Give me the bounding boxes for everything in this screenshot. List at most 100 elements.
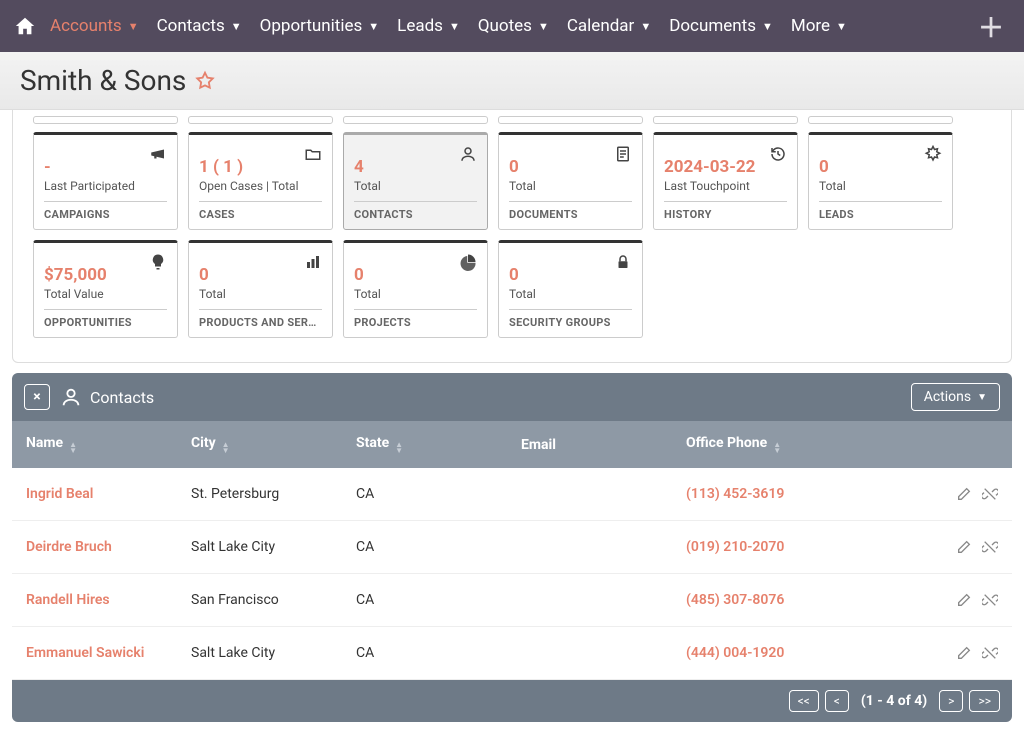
summary-card-campaigns[interactable]: -Last ParticipatedCAMPAIGNS	[33, 132, 178, 230]
summary-card-contacts[interactable]: 4TotalCONTACTS	[343, 132, 488, 230]
card-footer: CONTACTS	[354, 208, 477, 221]
nav-label: Accounts	[50, 16, 122, 36]
edit-icon[interactable]	[956, 645, 972, 661]
card-subtitle: Total	[819, 179, 942, 193]
nav-item-opportunities[interactable]: Opportunities▼	[260, 0, 394, 52]
nav-item-calendar[interactable]: Calendar▼	[567, 0, 665, 52]
person-icon	[459, 145, 477, 163]
history-icon	[769, 145, 787, 163]
col-phone[interactable]: Office Phone▲▼	[686, 435, 911, 454]
card-subtitle: Open Cases | Total	[199, 179, 322, 193]
col-email[interactable]: Email	[521, 437, 686, 453]
chevron-down-icon: ▼	[231, 20, 242, 33]
summary-card-security-groups[interactable]: 0TotalSECURITY GROUPS	[498, 240, 643, 338]
nav-item-more[interactable]: More ▼	[791, 0, 861, 52]
contact-name-link[interactable]: Randell Hires	[26, 592, 110, 608]
summary-card-history[interactable]: 2024-03-22Last TouchpointHISTORY	[653, 132, 798, 230]
summary-cards-row-stub	[33, 116, 991, 124]
col-city[interactable]: City▲▼	[191, 435, 356, 454]
edit-icon[interactable]	[956, 539, 972, 555]
page-last-button[interactable]: >>	[969, 690, 1000, 712]
panel-close-button[interactable]: ×	[24, 384, 50, 410]
nav-item-accounts[interactable]: Accounts ▼	[50, 0, 153, 52]
top-nav: Accounts▼Contacts▼Opportunities▼Leads▼Qu…	[0, 0, 1024, 52]
nav-item-quotes[interactable]: Quotes▼	[478, 0, 563, 52]
card-footer: DOCUMENTS	[509, 208, 632, 221]
nav-item-leads[interactable]: Leads▼	[397, 0, 474, 52]
unlink-icon[interactable]	[982, 592, 998, 608]
table-row: Randell HiresSan FranciscoCA(485) 307-80…	[12, 574, 1012, 627]
col-state[interactable]: State▲▼	[356, 435, 521, 454]
unlink-icon[interactable]	[982, 486, 998, 502]
contact-name-link[interactable]: Ingrid Beal	[26, 486, 93, 502]
nav-item-documents[interactable]: Documents ▼	[669, 0, 787, 52]
bulb-icon	[149, 253, 167, 271]
title-bar: Smith & Sons	[0, 52, 1024, 110]
contact-name-link[interactable]: Deirdre Bruch	[26, 539, 112, 555]
chevron-down-icon: ▼	[977, 392, 987, 403]
contact-phone-link[interactable]: (019) 210-2070	[686, 539, 784, 555]
chevron-down-icon: ▼	[449, 20, 460, 33]
summary-card-leads[interactable]: 0TotalLEADS	[808, 132, 953, 230]
summary-card-cases[interactable]: 1 ( 1 )Open Cases | TotalCASES	[188, 132, 333, 230]
card-footer: CASES	[199, 208, 322, 221]
plus-icon: ＋	[978, 14, 1004, 44]
card-subtitle: Total	[509, 287, 632, 301]
card-subtitle: Total	[354, 179, 477, 193]
document-icon	[614, 145, 632, 163]
page-prev-button[interactable]: <	[825, 690, 849, 712]
nav-label: More	[791, 16, 830, 36]
unlink-icon[interactable]	[982, 645, 998, 661]
page-info: (1 - 4 of 4)	[861, 693, 927, 709]
card-footer: SECURITY GROUPS	[509, 316, 632, 329]
unlink-icon[interactable]	[982, 539, 998, 555]
chevron-down-icon: ▼	[128, 20, 139, 33]
card-subtitle: Total	[354, 287, 477, 301]
lock-icon	[614, 253, 632, 271]
contact-city: Salt Lake City	[191, 645, 356, 661]
create-button[interactable]: ＋	[970, 8, 1012, 45]
card-subtitle: Total Value	[44, 287, 167, 301]
nav-label: Documents	[669, 16, 756, 36]
nav-item-contacts[interactable]: Contacts▼	[157, 0, 256, 52]
folder-icon	[304, 145, 322, 163]
summary-card-projects[interactable]: 0TotalPROJECTS	[343, 240, 488, 338]
megaphone-icon	[149, 145, 167, 163]
actions-dropdown[interactable]: Actions ▼	[911, 383, 1000, 411]
page-next-button[interactable]: >	[939, 690, 963, 712]
contact-state: CA	[356, 645, 521, 661]
contact-phone-link[interactable]: (444) 004-1920	[686, 645, 784, 661]
summary-cards-row-1: -Last ParticipatedCAMPAIGNS1 ( 1 )Open C…	[33, 132, 991, 230]
page-title: Smith & Sons	[20, 64, 186, 97]
contact-state: CA	[356, 539, 521, 555]
contact-city: San Francisco	[191, 592, 356, 608]
edit-icon[interactable]	[956, 592, 972, 608]
edit-icon[interactable]	[956, 486, 972, 502]
sort-icon: ▲▼	[395, 442, 403, 454]
contacts-panel: × Contacts Actions ▼ Name▲▼ City▲▼ State…	[12, 373, 1012, 722]
chevron-down-icon: ▼	[836, 20, 847, 33]
card-footer: LEADS	[819, 208, 942, 221]
chevron-down-icon: ▼	[640, 20, 651, 33]
chevron-down-icon: ▼	[762, 20, 773, 33]
contact-phone-link[interactable]: (485) 307-8076	[686, 592, 784, 608]
panel-footer: << < (1 - 4 of 4) > >>	[12, 680, 1012, 722]
nav-label: Opportunities	[260, 16, 363, 36]
summary-card-documents[interactable]: 0TotalDOCUMENTS	[498, 132, 643, 230]
sort-icon: ▲▼	[69, 442, 77, 454]
star-outline-icon	[194, 70, 216, 92]
contact-phone-link[interactable]: (113) 452-3619	[686, 486, 784, 502]
contact-city: St. Petersburg	[191, 486, 356, 502]
page-first-button[interactable]: <<	[789, 690, 819, 712]
summary-card-products-and-servi-[interactable]: 0TotalPRODUCTS AND SERVI...	[188, 240, 333, 338]
summary-card-opportunities[interactable]: $75,000Total ValueOPPORTUNITIES	[33, 240, 178, 338]
contact-name-link[interactable]: Emmanuel Sawicki	[26, 645, 144, 661]
home-button[interactable]	[12, 13, 38, 39]
table-row: Emmanuel Sawicki Salt Lake CityCA (444) 00…	[12, 627, 1012, 680]
card-footer: OPPORTUNITIES	[44, 316, 167, 329]
card-footer: PROJECTS	[354, 316, 477, 329]
card-footer: CAMPAIGNS	[44, 208, 167, 221]
col-name[interactable]: Name▲▼	[26, 435, 191, 454]
favorite-toggle[interactable]	[194, 70, 216, 92]
card-footer: PRODUCTS AND SERVI...	[199, 316, 322, 329]
